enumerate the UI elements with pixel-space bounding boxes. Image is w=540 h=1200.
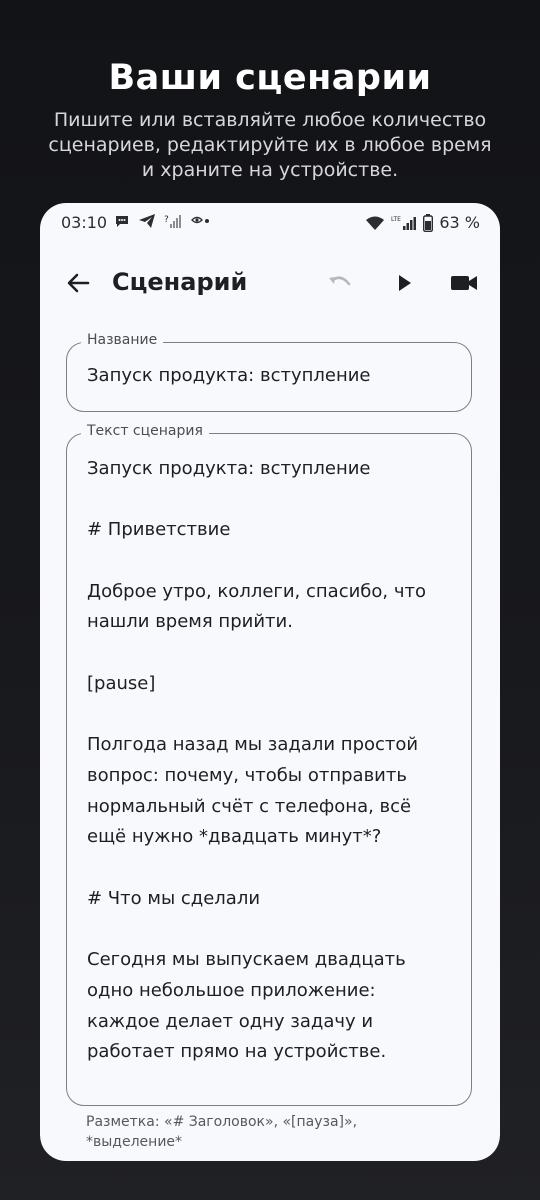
play-icon bbox=[399, 275, 411, 291]
markup-hint: Разметка: «# Заголовок», «[пауза]», *выд… bbox=[86, 1114, 358, 1150]
script-line bbox=[87, 914, 453, 945]
play-button[interactable] bbox=[388, 267, 420, 299]
script-line bbox=[87, 638, 453, 669]
videocam-icon bbox=[451, 276, 477, 290]
script-line: Сегодня мы выпускаем двадцать bbox=[87, 949, 406, 971]
script-text-body: Запуск продукта: вступление # Приветстви… bbox=[87, 454, 453, 1068]
record-video-button[interactable] bbox=[448, 267, 480, 299]
script-line bbox=[87, 853, 453, 884]
lte-signal-icon: LTE bbox=[391, 216, 417, 230]
arrow-back-icon bbox=[67, 273, 90, 293]
script-line: вопрос: почему, чтобы отправить bbox=[87, 764, 407, 786]
svg-text:?: ? bbox=[164, 215, 169, 225]
telegram-icon bbox=[139, 214, 155, 228]
svg-text:LTE: LTE bbox=[391, 216, 401, 223]
wifi-icon bbox=[366, 216, 385, 230]
status-left-icons: ? bbox=[114, 213, 212, 229]
battery-percent: 63 % bbox=[439, 213, 480, 232]
script-line: ещё нужно *двадцать минут*? bbox=[87, 826, 382, 848]
phone-screen: 03:10 ? LTE 63 % Сценарий Название Запус… bbox=[40, 203, 500, 1161]
promo-title: Ваши сценарии bbox=[108, 58, 432, 98]
script-line: [pause] bbox=[87, 672, 156, 694]
undo-icon bbox=[329, 276, 351, 286]
back-button[interactable] bbox=[62, 267, 94, 299]
battery-icon bbox=[423, 213, 434, 232]
script-line: нашли время прийти. bbox=[87, 611, 293, 633]
script-line: # Что мы сделали bbox=[87, 887, 261, 909]
script-line bbox=[87, 546, 453, 577]
script-line: одно небольшое приложение: bbox=[87, 979, 376, 1001]
script-name-field[interactable]: Название Запуск продукта: вступление bbox=[66, 332, 472, 412]
app-notify-icon bbox=[191, 216, 209, 224]
script-name-label: Название bbox=[81, 332, 164, 348]
status-time: 03:10 bbox=[61, 213, 108, 232]
script-line bbox=[87, 700, 453, 731]
script-line: # Приветствие bbox=[87, 519, 231, 541]
script-text-field[interactable]: Текст сценария Запуск продукта: вступлен… bbox=[66, 423, 472, 1106]
script-line: Запуск продукта: вступление bbox=[87, 458, 371, 479]
script-line bbox=[87, 485, 453, 516]
script-line: работает прямо на устройстве. bbox=[87, 1041, 387, 1063]
status-bar: 03:10 ? LTE 63 % bbox=[40, 203, 500, 239]
signal-no-data-icon: ? bbox=[164, 215, 181, 228]
script-name-value: Запуск продукта: вступление bbox=[87, 365, 371, 386]
app-bar: Сценарий bbox=[40, 255, 500, 311]
script-line: каждое делает одну задачу и bbox=[87, 1010, 374, 1032]
screen-title: Сценарий bbox=[112, 268, 248, 296]
promo-subtitle: Пишите или вставляйте любое количество с… bbox=[48, 109, 492, 181]
status-right-icons: LTE 63 % bbox=[365, 213, 480, 232]
script-text-label: Текст сценария bbox=[81, 423, 209, 439]
script-line: Доброе утро, коллеги, спасибо, что bbox=[87, 580, 426, 602]
script-line: нормальный счёт с телефона, всё bbox=[87, 795, 412, 817]
undo-button[interactable] bbox=[324, 267, 356, 299]
chat-bubble-icon bbox=[116, 216, 128, 227]
script-line: Полгода назад мы задали простой bbox=[87, 734, 419, 756]
